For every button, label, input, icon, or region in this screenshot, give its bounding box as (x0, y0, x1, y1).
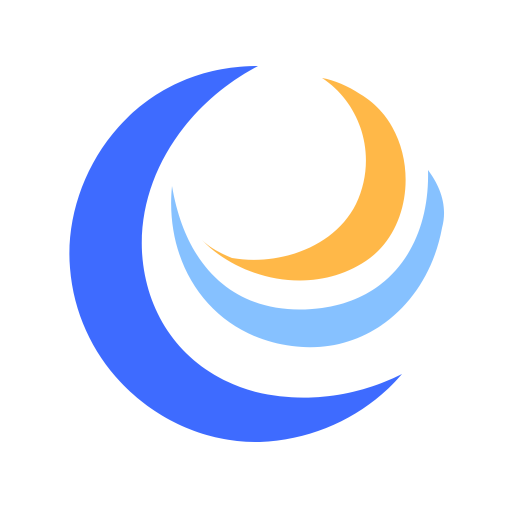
crescent-moon-logo-icon (69, 66, 445, 443)
logo-canvas (0, 0, 512, 512)
inner-crescent-shape (202, 78, 406, 281)
